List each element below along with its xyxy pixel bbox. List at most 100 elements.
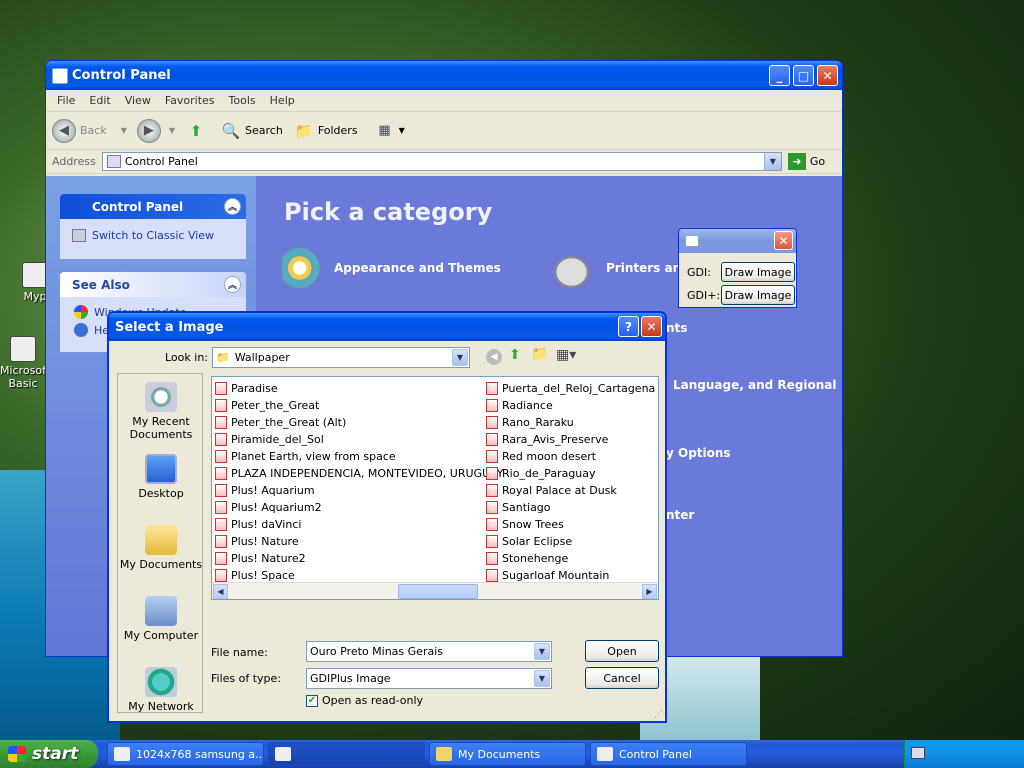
file-type-dropdown[interactable]: GDIPlus Image ▼ bbox=[306, 668, 552, 689]
menu-view[interactable]: View bbox=[118, 94, 158, 107]
chevron-down-icon[interactable]: ▼ bbox=[534, 670, 550, 687]
file-item[interactable]: Solar Eclipse bbox=[486, 533, 655, 550]
file-item[interactable]: Stonehenge bbox=[486, 550, 655, 567]
dialog-titlebar[interactable]: Select a Image ? ✕ bbox=[109, 313, 665, 341]
search-button[interactable]: 🔍 Search bbox=[220, 120, 283, 142]
collapse-icon[interactable]: ︽ bbox=[224, 198, 241, 215]
readonly-checkbox-row[interactable]: ✔ Open as read-only bbox=[306, 694, 423, 707]
category-printers[interactable]: Printers and bbox=[554, 248, 690, 288]
place-my-computer[interactable]: My Computer bbox=[118, 596, 204, 642]
place-my-recent-documents[interactable]: My Recent Documents bbox=[118, 382, 204, 441]
file-item[interactable]: Planet Earth, view from space bbox=[215, 448, 504, 465]
app-icon bbox=[114, 747, 130, 761]
back-button[interactable]: ◀ Back ▼ bbox=[52, 118, 127, 143]
task-samsung[interactable]: 1024x768 samsung a... bbox=[107, 742, 264, 766]
file-item[interactable]: Rara_Avis_Preserve bbox=[486, 431, 655, 448]
file-item[interactable]: Rano_Raraku bbox=[486, 414, 655, 431]
maximize-button[interactable]: □ bbox=[793, 65, 814, 86]
up-folder-button[interactable]: ⬆ bbox=[185, 120, 210, 142]
file-item[interactable]: Peter_the_Great bbox=[215, 397, 504, 414]
up-folder-icon[interactable]: ⬆ bbox=[509, 347, 521, 363]
scroll-thumb[interactable] bbox=[398, 584, 478, 599]
place-my-network[interactable]: My Network bbox=[118, 667, 204, 713]
back-dropdown-icon[interactable]: ▼ bbox=[121, 126, 127, 135]
open-button[interactable]: Open bbox=[585, 640, 659, 662]
file-item[interactable]: Santiago bbox=[486, 499, 655, 516]
resize-grip-icon[interactable]: ⋰ bbox=[654, 710, 663, 720]
file-item[interactable]: Paradise bbox=[215, 380, 504, 397]
file-item[interactable]: Piramide_del_Sol bbox=[215, 431, 504, 448]
place-desktop[interactable]: Desktop bbox=[118, 454, 204, 500]
readonly-checkbox[interactable]: ✔ bbox=[306, 694, 318, 707]
file-item[interactable]: Radiance bbox=[486, 397, 655, 414]
horizontal-scrollbar[interactable]: ◀ ▶ bbox=[212, 582, 658, 599]
task-my-documents[interactable]: My Documents bbox=[429, 742, 586, 766]
file-item[interactable]: Rio_de_Paraguay bbox=[486, 465, 655, 482]
menu-tools[interactable]: Tools bbox=[222, 94, 263, 107]
file-item[interactable]: Plus! Nature2 bbox=[215, 550, 504, 567]
file-item[interactable]: Royal Palace at Dusk bbox=[486, 482, 655, 499]
address-input[interactable]: Control Panel ▼ bbox=[101, 152, 782, 171]
file-item[interactable]: Plus! Aquarium2 bbox=[215, 499, 504, 516]
file-name-input[interactable]: Ouro Preto Minas Gerais ▼ bbox=[306, 641, 552, 662]
file-item[interactable]: Puerta_del_Reloj_Cartagena bbox=[486, 380, 655, 397]
category-accessibility-options[interactable]: y Options bbox=[666, 446, 731, 460]
category-security-center[interactable]: nter bbox=[666, 508, 694, 522]
category-partial-1[interactable]: nts bbox=[666, 321, 687, 335]
appearance-themes-icon bbox=[282, 248, 326, 288]
file-item[interactable]: Snow Trees bbox=[486, 516, 655, 533]
chevron-down-icon[interactable]: ▼ bbox=[452, 349, 468, 366]
desktop-icon-microsoft-basic[interactable]: Microsoft Basic bbox=[0, 336, 50, 390]
forward-button[interactable]: ▶ ▼ bbox=[136, 118, 175, 143]
file-item[interactable]: Red moon desert bbox=[486, 448, 655, 465]
close-button[interactable]: ✕ bbox=[641, 316, 662, 337]
recent-documents-icon bbox=[145, 382, 177, 412]
gdiplus-draw-image-button[interactable]: Draw Image bbox=[721, 285, 795, 305]
task-app-window[interactable] bbox=[268, 742, 425, 766]
folders-button[interactable]: 📁 Folders bbox=[293, 120, 357, 142]
forward-dropdown-icon[interactable]: ▼ bbox=[169, 126, 175, 135]
task-control-panel[interactable]: Control Panel bbox=[590, 742, 747, 766]
file-item[interactable]: Plus! Nature bbox=[215, 533, 504, 550]
look-in-dropdown[interactable]: 📁 Wallpaper ▼ bbox=[212, 347, 470, 368]
control-panel-titlebar[interactable]: Control Panel _ □ ✕ bbox=[46, 61, 842, 90]
chevron-down-icon[interactable]: ▼ bbox=[534, 643, 550, 660]
search-icon: 🔍 bbox=[221, 121, 241, 140]
category-regional-options[interactable]: Language, and Regional bbox=[673, 378, 836, 392]
help-button[interactable]: ? bbox=[618, 316, 639, 337]
minimize-button[interactable]: _ bbox=[769, 65, 790, 86]
back-icon[interactable]: ◀ bbox=[486, 349, 502, 365]
place-my-documents[interactable]: My Documents bbox=[118, 525, 204, 571]
close-button[interactable]: ✕ bbox=[774, 231, 793, 250]
image-file-icon bbox=[486, 433, 498, 446]
go-button[interactable]: ➜ Go bbox=[787, 153, 825, 170]
image-file-icon bbox=[486, 382, 498, 395]
file-item[interactable]: Peter_the_Great (Alt) bbox=[215, 414, 504, 431]
forward-arrow-icon: ▶ bbox=[136, 118, 161, 143]
file-item[interactable]: PLAZA INDEPENDENCIA, MONTEVIDEO, URUGUAY bbox=[215, 465, 504, 482]
gdi-titlebar[interactable]: ✕ bbox=[679, 229, 796, 253]
gdi-draw-image-button[interactable]: Draw Image bbox=[721, 262, 795, 282]
section-header[interactable]: Control Panel ︽ bbox=[60, 194, 246, 219]
menu-favorites[interactable]: Favorites bbox=[158, 94, 222, 107]
menu-file[interactable]: File bbox=[50, 94, 82, 107]
view-menu-icon[interactable]: ▦▾ bbox=[556, 347, 576, 363]
address-dropdown-icon[interactable]: ▼ bbox=[763, 153, 781, 170]
category-appearance-themes[interactable]: Appearance and Themes bbox=[282, 248, 501, 288]
collapse-icon[interactable]: ︽ bbox=[224, 276, 241, 293]
see-also-header[interactable]: See Also ︽ bbox=[60, 272, 246, 297]
keyboard-icon[interactable] bbox=[911, 747, 925, 759]
new-folder-icon[interactable]: 📁 bbox=[531, 346, 548, 362]
views-button[interactable]: ▦ ▼ bbox=[374, 120, 404, 142]
file-item[interactable]: Plus! Aquarium bbox=[215, 482, 504, 499]
switch-classic-view-link[interactable]: Switch to Classic View bbox=[60, 219, 246, 242]
scroll-left-icon[interactable]: ◀ bbox=[213, 584, 228, 599]
cancel-button[interactable]: Cancel bbox=[585, 667, 659, 689]
file-item[interactable]: Plus! daVinci bbox=[215, 516, 504, 533]
scroll-right-icon[interactable]: ▶ bbox=[642, 584, 657, 599]
start-button[interactable]: start bbox=[0, 740, 98, 768]
file-list[interactable]: Paradise Peter_the_Great Peter_the_Great (… bbox=[211, 376, 659, 600]
menu-edit[interactable]: Edit bbox=[82, 94, 117, 107]
menu-help[interactable]: Help bbox=[263, 94, 302, 107]
close-button[interactable]: ✕ bbox=[817, 65, 838, 86]
